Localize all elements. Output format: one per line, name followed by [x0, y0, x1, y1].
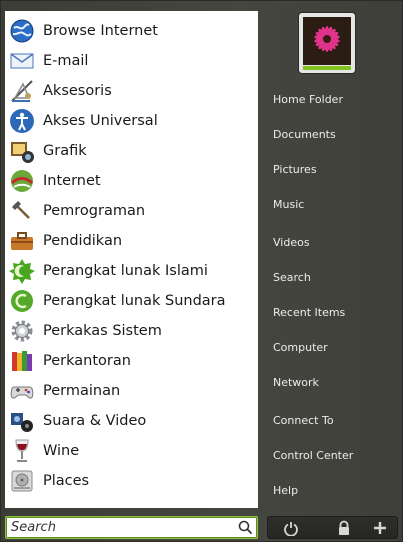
plus-icon[interactable]: [372, 520, 388, 536]
category-permainan[interactable]: Permainan: [5, 376, 258, 406]
place-pictures[interactable]: Pictures: [273, 163, 317, 176]
category-perangkat-lunak-sundara[interactable]: Perangkat lunak Sundara: [5, 286, 258, 316]
categories-panel: Browse Internet E-mail Aksesoris Akses U…: [5, 11, 258, 508]
internet-icon: [8, 167, 36, 195]
category-label: Browse Internet: [43, 23, 158, 39]
globe-icon: [8, 17, 36, 45]
category-perkakas-sistem[interactable]: Perkakas Sistem: [5, 316, 258, 346]
flower-picture-icon: [303, 17, 351, 65]
wine-glass-icon: [8, 437, 36, 465]
category-internet[interactable]: Internet: [5, 166, 258, 196]
envelope-icon: [8, 47, 36, 75]
place-music[interactable]: Music: [273, 198, 304, 211]
category-label: Perkantoran: [43, 353, 131, 369]
category-wine[interactable]: Wine: [5, 436, 258, 466]
category-browse-internet[interactable]: Browse Internet: [5, 16, 258, 46]
search-input[interactable]: [11, 519, 236, 536]
category-pendidikan[interactable]: Pendidikan: [5, 226, 258, 256]
place-computer[interactable]: Computer: [273, 341, 328, 354]
category-suara-video[interactable]: Suara & Video: [5, 406, 258, 436]
category-label: Grafik: [43, 143, 87, 159]
user-avatar[interactable]: [299, 13, 355, 73]
sundara-software-icon: [8, 287, 36, 315]
place-documents[interactable]: Documents: [273, 128, 336, 141]
category-label: E-mail: [43, 53, 89, 69]
category-label: Places: [43, 473, 90, 489]
place-network[interactable]: Network: [273, 376, 319, 389]
place-videos[interactable]: Videos: [273, 236, 310, 249]
category-label: Pendidikan: [43, 233, 123, 249]
office-books-icon: [8, 347, 36, 375]
sound-video-icon: [8, 407, 36, 435]
avatar-accent-bar: [303, 66, 351, 70]
drafting-tools-icon: [8, 77, 36, 105]
category-akses-universal[interactable]: Akses Universal: [5, 106, 258, 136]
category-label: Aksesoris: [43, 83, 112, 99]
category-pemrograman[interactable]: Pemrograman: [5, 196, 258, 226]
toolbox-icon: [8, 227, 36, 255]
system-gear-icon: [8, 317, 36, 345]
category-grafik[interactable]: Grafik: [5, 136, 258, 166]
place-connect-to[interactable]: Connect To: [273, 414, 334, 427]
category-label: Perkakas Sistem: [43, 323, 162, 339]
category-label: Perangkat lunak Islami: [43, 263, 208, 279]
place-control-center[interactable]: Control Center: [273, 449, 353, 462]
islamic-software-icon: [8, 257, 36, 285]
category-label: Internet: [43, 173, 101, 189]
category-label: Perangkat lunak Sundara: [43, 293, 226, 309]
category-label: Wine: [43, 443, 80, 459]
category-perangkat-lunak-islami[interactable]: Perangkat lunak Islami: [5, 256, 258, 286]
place-home-folder[interactable]: Home Folder: [273, 93, 343, 106]
category-label: Permainan: [43, 383, 121, 399]
category-email[interactable]: E-mail: [5, 46, 258, 76]
place-help[interactable]: Help: [273, 484, 298, 497]
session-actions: [267, 516, 398, 539]
search-icon[interactable]: [238, 520, 253, 535]
place-recent-items[interactable]: Recent Items: [273, 306, 345, 319]
hammer-icon: [8, 197, 36, 225]
application-menu: Browse Internet E-mail Aksesoris Akses U…: [0, 0, 403, 542]
lock-icon[interactable]: [336, 520, 352, 536]
drive-icon: [8, 467, 36, 495]
category-places[interactable]: Places: [5, 466, 258, 496]
category-aksesoris[interactable]: Aksesoris: [5, 76, 258, 106]
power-icon[interactable]: [283, 520, 299, 536]
search-box[interactable]: [5, 516, 258, 539]
category-label: Pemrograman: [43, 203, 146, 219]
category-perkantoran[interactable]: Perkantoran: [5, 346, 258, 376]
category-label: Akses Universal: [43, 113, 158, 129]
place-search[interactable]: Search: [273, 271, 311, 284]
gamepad-icon: [8, 377, 36, 405]
graphics-icon: [8, 137, 36, 165]
accessibility-icon: [8, 107, 36, 135]
category-label: Suara & Video: [43, 413, 147, 429]
